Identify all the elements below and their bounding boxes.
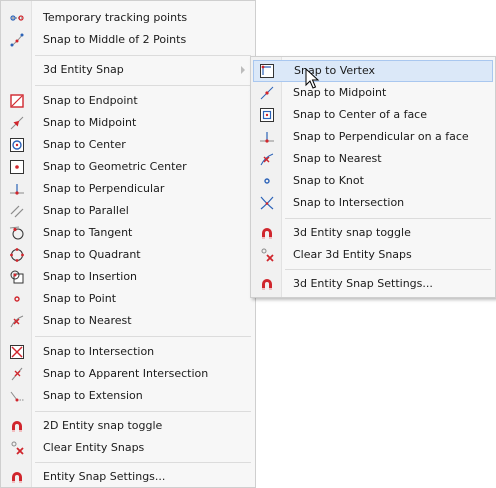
menu-item-label: Snap to Middle of 2 Points bbox=[43, 33, 187, 46]
menu-item-label: 3d Entity Snap Settings... bbox=[293, 277, 433, 290]
submenu-item-clear-3d-entity-snaps[interactable]: Clear 3d Entity Snaps bbox=[253, 244, 493, 266]
menu-item-snap-nearest[interactable]: Snap to Nearest bbox=[3, 310, 253, 332]
perpendicular-icon bbox=[260, 132, 274, 143]
menu-item-label: Snap to Nearest bbox=[293, 152, 382, 165]
perpendicular-icon bbox=[10, 184, 24, 195]
menu-item-label: Snap to Intersection bbox=[43, 345, 155, 358]
geometric-center-icon bbox=[10, 160, 24, 174]
knot-icon bbox=[264, 178, 270, 184]
submenu-item-3d-entity-snap-settings[interactable]: 3d Entity Snap Settings... bbox=[253, 273, 493, 295]
tangent-icon bbox=[9, 226, 24, 240]
menu-item-label: 3d Entity Snap bbox=[43, 63, 124, 76]
menu-item-2d-entity-snap-toggle[interactable]: 2D Entity snap toggle bbox=[3, 415, 253, 437]
point-icon bbox=[14, 296, 20, 302]
midpoint-icon bbox=[10, 116, 24, 130]
menu-item-label: Snap to Center of a face bbox=[293, 108, 427, 121]
submenu-item-snap-knot[interactable]: Snap to Knot bbox=[253, 170, 493, 192]
menu-item-clear-entity-snaps[interactable]: Clear Entity Snaps bbox=[3, 437, 253, 459]
menu-item-label: Snap to Parallel bbox=[43, 204, 129, 217]
menu-item-label: Entity Snap Settings... bbox=[43, 470, 166, 483]
menu-item-snap-quadrant[interactable]: Snap to Quadrant bbox=[3, 244, 253, 266]
parallel-icon bbox=[10, 205, 24, 218]
insertion-icon bbox=[10, 270, 24, 284]
mouse-cursor-icon bbox=[305, 68, 320, 89]
apparent-intersection-icon bbox=[11, 367, 23, 381]
submenu-arrow-icon bbox=[241, 66, 245, 74]
clear-snaps-icon bbox=[11, 441, 24, 455]
menu-separator bbox=[35, 462, 251, 463]
menu-item-snap-center[interactable]: Snap to Center bbox=[3, 134, 253, 156]
menu-item-snap-middle-two-points[interactable]: Snap to Middle of 2 Points bbox=[3, 29, 253, 51]
menu-separator bbox=[285, 218, 491, 219]
menu-item-label: Snap to Extension bbox=[43, 389, 143, 402]
menu-item-label: Clear 3d Entity Snaps bbox=[293, 248, 412, 261]
menu-item-entity-snap-settings[interactable]: Entity Snap Settings... bbox=[3, 466, 253, 488]
menu-item-label: Clear Entity Snaps bbox=[43, 441, 145, 454]
menu-item-snap-perpendicular[interactable]: Snap to Perpendicular bbox=[3, 178, 253, 200]
face-center-icon bbox=[260, 108, 274, 122]
menu-separator bbox=[285, 269, 491, 270]
menu-item-snap-geometric-center[interactable]: Snap to Geometric Center bbox=[3, 156, 253, 178]
magnet-icon bbox=[12, 472, 22, 483]
menu-item-label: Snap to Midpoint bbox=[43, 116, 137, 129]
menu-item-snap-intersection[interactable]: Snap to Intersection bbox=[3, 341, 253, 363]
vertex-icon bbox=[260, 64, 274, 78]
menu-item-label: 3d Entity snap toggle bbox=[293, 226, 411, 239]
submenu-item-3d-entity-snap-toggle[interactable]: 3d Entity snap toggle bbox=[253, 222, 493, 244]
nearest-icon bbox=[260, 153, 274, 166]
clear-snaps-icon bbox=[261, 248, 274, 262]
menu-separator bbox=[35, 85, 251, 86]
menu-separator bbox=[35, 55, 251, 56]
submenu-item-snap-midpoint[interactable]: Snap to Midpoint bbox=[253, 82, 493, 104]
menu-item-label: Snap to Tangent bbox=[43, 226, 133, 239]
3d-entity-snap-submenu: Snap to Vertex Snap to Midpoint Snap to … bbox=[250, 56, 496, 298]
menu-item-label: Snap to Quadrant bbox=[43, 248, 141, 261]
intersection-icon bbox=[260, 196, 274, 210]
magnet-icon bbox=[262, 228, 272, 239]
menu-item-label: Snap to Geometric Center bbox=[43, 160, 187, 173]
menu-item-label: Snap to Point bbox=[43, 292, 117, 305]
menu-item-snap-tangent[interactable]: Snap to Tangent bbox=[3, 222, 253, 244]
midpoint-two-points-icon bbox=[10, 33, 24, 47]
menu-item-temporary-tracking-points[interactable]: Temporary tracking points bbox=[3, 7, 253, 29]
submenu-item-snap-nearest[interactable]: Snap to Nearest bbox=[253, 148, 493, 170]
menu-item-label: Snap to Center bbox=[43, 138, 126, 151]
menu-item-label: Snap to Knot bbox=[293, 174, 364, 187]
menu-item-label: Snap to Endpoint bbox=[43, 94, 138, 107]
center-icon bbox=[10, 138, 24, 152]
submenu-item-snap-center-of-face[interactable]: Snap to Center of a face bbox=[253, 104, 493, 126]
tracking-points-icon bbox=[10, 15, 24, 21]
quadrant-icon bbox=[10, 248, 24, 262]
menu-item-snap-extension[interactable]: Snap to Extension bbox=[3, 385, 253, 407]
menu-separator bbox=[35, 336, 251, 337]
magnet-icon bbox=[262, 279, 272, 290]
menu-item-snap-point[interactable]: Snap to Point bbox=[3, 288, 253, 310]
menu-item-snap-parallel[interactable]: Snap to Parallel bbox=[3, 200, 253, 222]
menu-item-snap-apparent-intersection[interactable]: Snap to Apparent Intersection bbox=[3, 363, 253, 385]
menu-item-label: Snap to Intersection bbox=[293, 196, 405, 209]
menu-item-label: Snap to Nearest bbox=[43, 314, 132, 327]
submenu-item-snap-intersection[interactable]: Snap to Intersection bbox=[253, 192, 493, 214]
menu-item-label: 2D Entity snap toggle bbox=[43, 419, 163, 432]
endpoint-icon bbox=[10, 94, 24, 108]
menu-item-snap-midpoint[interactable]: Snap to Midpoint bbox=[3, 112, 253, 134]
menu-item-label: Temporary tracking points bbox=[43, 11, 188, 24]
extension-icon bbox=[10, 391, 24, 402]
snap-context-menu: Temporary tracking points Snap to Middle… bbox=[0, 0, 256, 488]
magnet-icon bbox=[12, 421, 22, 432]
submenu-item-snap-vertex[interactable]: Snap to Vertex bbox=[253, 60, 493, 82]
nearest-icon bbox=[10, 315, 24, 328]
menu-item-snap-endpoint[interactable]: Snap to Endpoint bbox=[3, 90, 253, 112]
midpoint-icon bbox=[260, 86, 274, 100]
menu-item-label: Snap to Perpendicular bbox=[43, 182, 165, 195]
menu-separator bbox=[35, 411, 251, 412]
menu-item-snap-insertion[interactable]: Snap to Insertion bbox=[3, 266, 253, 288]
menu-item-label: Snap to Insertion bbox=[43, 270, 138, 283]
intersection-icon bbox=[10, 345, 24, 359]
menu-item-3d-entity-snap[interactable]: 3d Entity Snap bbox=[3, 59, 253, 81]
menu-item-label: Snap to Perpendicular on a face bbox=[293, 130, 469, 143]
menu-item-label: Snap to Apparent Intersection bbox=[43, 367, 209, 380]
submenu-item-snap-perpendicular-face[interactable]: Snap to Perpendicular on a face bbox=[253, 126, 493, 148]
